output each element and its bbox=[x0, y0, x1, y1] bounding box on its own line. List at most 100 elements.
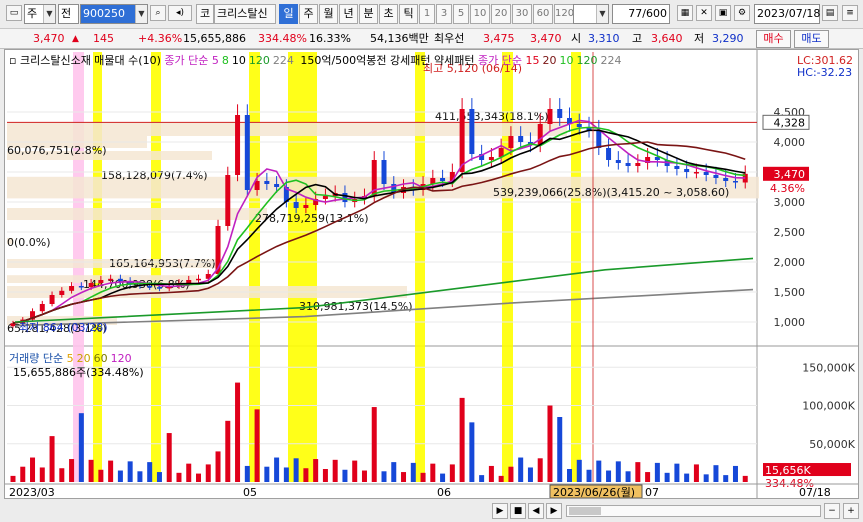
quote-amount: 54,136백만 bbox=[370, 32, 429, 45]
period-tab[interactable]: 년 bbox=[339, 4, 358, 24]
legend-ma-period[interactable]: 224 bbox=[600, 54, 621, 67]
interval-tab[interactable]: 1 bbox=[419, 4, 435, 24]
scroll-track[interactable] bbox=[566, 505, 821, 517]
volume-bar bbox=[469, 422, 475, 482]
candle-body bbox=[576, 124, 582, 127]
legend-item-profile[interactable]: 크리스탈신소재 매물대 수(10) bbox=[20, 54, 161, 67]
interval-tab[interactable]: 5 bbox=[453, 4, 469, 24]
candle-body bbox=[49, 295, 55, 304]
quote-broker: 최우선 bbox=[434, 32, 465, 45]
interval-tab[interactable]: 30 bbox=[512, 4, 532, 24]
cross-icon[interactable]: ✕ bbox=[696, 5, 712, 21]
candle-body bbox=[625, 163, 631, 166]
candle-body bbox=[117, 278, 123, 282]
candle-body bbox=[703, 172, 709, 175]
stock-name[interactable]: 크리스탈신 bbox=[214, 4, 276, 24]
interval-tab[interactable]: 10 bbox=[470, 4, 490, 24]
save-icon[interactable]: ▣ bbox=[715, 5, 731, 21]
legend-ma-period[interactable]: 120 bbox=[249, 54, 270, 67]
volume-bar bbox=[10, 475, 16, 482]
interval-tab[interactable]: 60 bbox=[533, 4, 553, 24]
code-button[interactable]: 코 bbox=[196, 4, 214, 24]
legend-ma-period[interactable]: 10 bbox=[232, 54, 246, 67]
scroll-thumb[interactable] bbox=[569, 507, 601, 515]
volume-value: 15,655,886주(334.48%) bbox=[13, 366, 144, 379]
code-input[interactable]: 900250 ▼ bbox=[80, 4, 148, 24]
volume-profile-label: 60,076,751(2.8%) bbox=[7, 144, 107, 157]
volume-bar bbox=[88, 459, 94, 482]
period-tab[interactable]: 초 bbox=[379, 4, 398, 24]
volume-bar bbox=[244, 465, 250, 482]
calendar-icon[interactable]: ▤ bbox=[822, 5, 838, 21]
interval-tab[interactable]: 20 bbox=[491, 4, 511, 24]
speaker-icon[interactable]: ◂) bbox=[168, 5, 192, 21]
count-total: /600 bbox=[642, 7, 667, 20]
prev-icon[interactable]: ◀ bbox=[528, 503, 544, 519]
date-field[interactable]: 2023/07/18 bbox=[754, 4, 820, 24]
gear-icon[interactable]: ⚙ bbox=[734, 5, 750, 21]
legend-ma-period[interactable]: 224 bbox=[273, 54, 294, 67]
legend-ma-period[interactable]: 20 bbox=[542, 54, 556, 67]
checkbox-icon[interactable]: ▫ bbox=[9, 54, 16, 67]
volume-bar bbox=[147, 462, 153, 482]
grid-icon[interactable]: ▦ bbox=[677, 5, 693, 21]
volume-bar bbox=[557, 417, 563, 482]
candle-body bbox=[235, 115, 241, 175]
menu-icon[interactable]: ≡ bbox=[842, 5, 858, 21]
chart-area[interactable]: 411,553,343(18.1%) 60,076,751(2.8%) 158,12… bbox=[4, 49, 859, 499]
volume-bar bbox=[49, 436, 55, 482]
period-tab[interactable]: 월 bbox=[319, 4, 338, 24]
buy-button[interactable]: 매수 bbox=[756, 30, 791, 48]
market-label: 주 bbox=[27, 7, 38, 20]
interval-tab[interactable]: 120 bbox=[554, 4, 574, 24]
legend-item-strong[interactable]: 150억/500억봉전 강세패턴 bbox=[300, 54, 430, 67]
cursor-price-label: 4,328 bbox=[774, 116, 806, 129]
period-tab[interactable]: 분 bbox=[359, 4, 378, 24]
candle-body bbox=[196, 278, 201, 281]
legend-ma-period[interactable]: 15 bbox=[525, 54, 539, 67]
count-field[interactable]: 77/600 bbox=[612, 4, 670, 24]
candle-body bbox=[606, 148, 612, 160]
sell-button[interactable]: 매도 bbox=[794, 30, 829, 48]
period-tab[interactable]: 일 bbox=[279, 4, 298, 24]
candle-body bbox=[488, 157, 494, 160]
volume-bar bbox=[176, 472, 182, 482]
count-value: 77 bbox=[628, 7, 643, 20]
candle-body bbox=[78, 286, 84, 288]
volume-bar bbox=[742, 475, 748, 482]
interval-combo[interactable]: ▼ bbox=[573, 4, 609, 24]
zoom-in-icon[interactable]: + bbox=[843, 503, 859, 519]
legend-item-ma[interactable]: 종가 단순 bbox=[164, 54, 208, 67]
quote-turnover: 16.33% bbox=[309, 32, 351, 45]
search-icon[interactable]: ⌕ bbox=[150, 5, 166, 21]
period-tab[interactable]: 틱 bbox=[399, 4, 418, 24]
window-menu-icon[interactable]: ▭ bbox=[6, 5, 22, 21]
zoom-out-icon[interactable]: − bbox=[824, 503, 840, 519]
period-tab[interactable]: 주 bbox=[299, 4, 318, 24]
volume-bar bbox=[654, 462, 660, 482]
legend-ma-period[interactable]: 8 bbox=[222, 54, 229, 67]
legend-ma-period[interactable]: 5 bbox=[212, 54, 219, 67]
quote-vol-ratio: 334.48% bbox=[258, 32, 307, 45]
open-label: 시 bbox=[571, 32, 582, 45]
prev-combo[interactable]: 전 bbox=[58, 4, 79, 24]
play-icon[interactable]: ▶ bbox=[492, 503, 508, 519]
next-icon[interactable]: ▶ bbox=[546, 503, 562, 519]
legend-item-weak[interactable]: 약세패턴 bbox=[434, 54, 474, 67]
candle-body bbox=[615, 160, 621, 163]
volume-bar bbox=[156, 472, 162, 482]
market-combo[interactable]: 주 ▼ bbox=[24, 4, 56, 24]
interval-tab[interactable]: 3 bbox=[436, 4, 452, 24]
price-axis-label: 3,000 bbox=[774, 196, 806, 209]
volume-bar bbox=[635, 462, 641, 482]
volume-bar bbox=[498, 475, 504, 482]
volume-bar bbox=[205, 464, 211, 482]
legend-ma-period[interactable]: 120 bbox=[576, 54, 597, 67]
candle-body bbox=[508, 136, 514, 148]
legend-item-ma2[interactable]: 종가 단순 bbox=[478, 54, 522, 67]
volume-bar bbox=[703, 474, 709, 482]
volume-bar bbox=[479, 475, 485, 482]
legend-ma-period[interactable]: 10 bbox=[559, 54, 573, 67]
toolbar: ▭ 주 ▼ 전 900250 ▼ ⌕ ◂) 코 크리스탈신 일주월년분초틱 1351… bbox=[0, 0, 863, 29]
stop-icon[interactable]: ■ bbox=[510, 503, 526, 519]
